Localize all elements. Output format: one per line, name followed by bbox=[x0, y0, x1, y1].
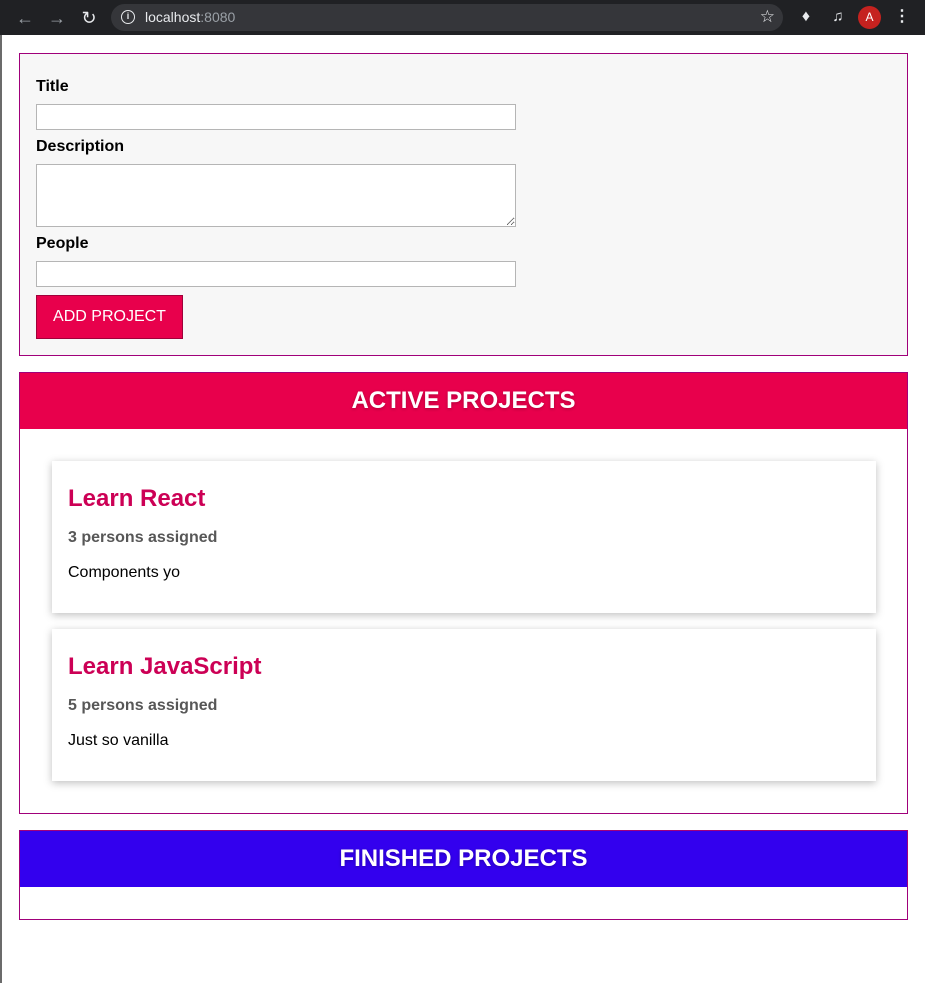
back-icon[interactable]: ← bbox=[14, 7, 36, 29]
extensions-icon[interactable]: ♦ bbox=[796, 7, 816, 27]
project-description: Just so vanilla bbox=[68, 732, 169, 749]
title-label: Title bbox=[36, 78, 69, 95]
project-title: Learn JavaScript bbox=[68, 653, 262, 680]
project-card[interactable]: Learn JavaScript 5 persons assigned Just… bbox=[52, 629, 876, 781]
project-card[interactable]: Learn React 3 persons assigned Component… bbox=[52, 461, 876, 613]
url-text[interactable]: localhost:8080 bbox=[145, 9, 235, 25]
finished-projects-section: FINISHED PROJECTS bbox=[19, 830, 908, 920]
reload-icon[interactable]: ↻ bbox=[78, 7, 100, 29]
project-assigned: 3 persons assigned bbox=[68, 529, 218, 546]
url-host: localhost bbox=[145, 9, 201, 25]
forward-icon[interactable]: → bbox=[46, 7, 68, 29]
description-textarea[interactable] bbox=[36, 164, 516, 227]
avatar[interactable]: A bbox=[858, 6, 881, 29]
description-label: Description bbox=[36, 138, 125, 155]
menu-icon[interactable]: ⋮ bbox=[894, 7, 910, 27]
star-icon[interactable]: ☆ bbox=[760, 7, 775, 27]
window-edge bbox=[0, 35, 2, 983]
info-icon[interactable]: i bbox=[121, 10, 135, 24]
project-title: Learn React bbox=[68, 485, 206, 512]
address-bar[interactable]: i localhost:8080 ☆ bbox=[111, 4, 783, 31]
title-input[interactable] bbox=[36, 104, 516, 130]
people-input[interactable] bbox=[36, 261, 516, 287]
add-project-button[interactable]: ADD PROJECT bbox=[36, 295, 183, 339]
project-form: Title Description People ADD PROJECT bbox=[19, 53, 908, 356]
active-projects-title: ACTIVE PROJECTS bbox=[351, 387, 576, 414]
finished-projects-title: FINISHED PROJECTS bbox=[339, 845, 588, 872]
media-icon[interactable]: ♫ bbox=[828, 7, 848, 27]
finished-projects-header: FINISHED PROJECTS bbox=[20, 831, 907, 887]
project-assigned: 5 persons assigned bbox=[68, 697, 218, 714]
url-port: :8080 bbox=[200, 9, 236, 25]
project-description: Components yo bbox=[68, 564, 181, 581]
finished-projects-list bbox=[20, 887, 907, 919]
active-projects-section: ACTIVE PROJECTS Learn React 3 persons as… bbox=[19, 372, 908, 814]
browser-toolbar: ← → ↻ i localhost:8080 ☆ ♦ ♫ A ⋮ bbox=[0, 0, 925, 35]
people-label: People bbox=[36, 235, 89, 252]
active-projects-header: ACTIVE PROJECTS bbox=[20, 373, 907, 429]
